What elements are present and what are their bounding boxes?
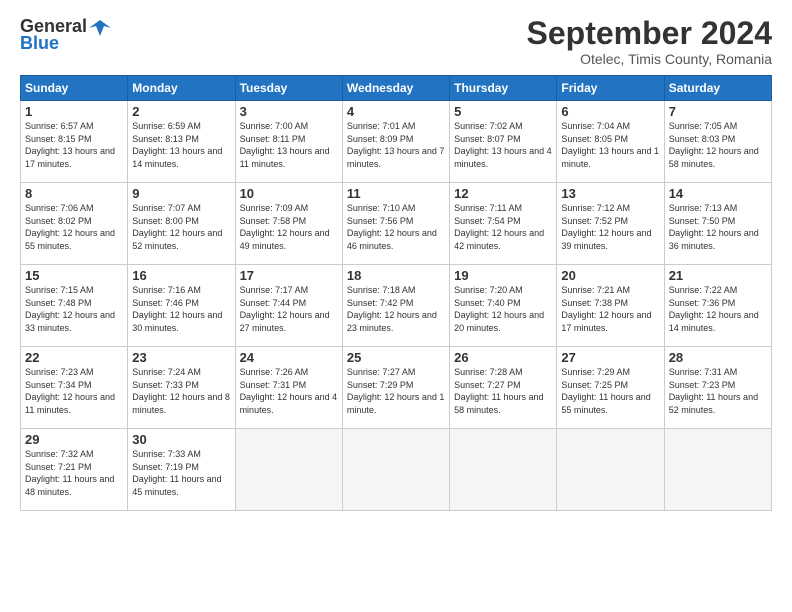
calendar-cell-29: 29Sunrise: 7:32 AM Sunset: 7:21 PM Dayli… bbox=[21, 429, 128, 511]
header-sunday: Sunday bbox=[21, 76, 128, 101]
calendar-cell-28: 28Sunrise: 7:31 AM Sunset: 7:23 PM Dayli… bbox=[664, 347, 771, 429]
calendar-cell-30: 30Sunrise: 7:33 AM Sunset: 7:19 PM Dayli… bbox=[128, 429, 235, 511]
header-friday: Friday bbox=[557, 76, 664, 101]
calendar-cell-14: 14Sunrise: 7:13 AM Sunset: 7:50 PM Dayli… bbox=[664, 183, 771, 265]
calendar-header-row: Sunday Monday Tuesday Wednesday Thursday… bbox=[21, 76, 772, 101]
calendar-cell-18: 18Sunrise: 7:18 AM Sunset: 7:42 PM Dayli… bbox=[342, 265, 449, 347]
calendar-cell-empty bbox=[664, 429, 771, 511]
logo: General Blue bbox=[20, 16, 111, 54]
calendar-table: Sunday Monday Tuesday Wednesday Thursday… bbox=[20, 75, 772, 511]
month-title: September 2024 bbox=[527, 16, 772, 51]
calendar-cell-empty bbox=[557, 429, 664, 511]
calendar-cell-empty bbox=[235, 429, 342, 511]
calendar-cell-12: 12Sunrise: 7:11 AM Sunset: 7:54 PM Dayli… bbox=[450, 183, 557, 265]
calendar-cell-empty bbox=[342, 429, 449, 511]
calendar-cell-25: 25Sunrise: 7:27 AM Sunset: 7:29 PM Dayli… bbox=[342, 347, 449, 429]
calendar-cell-6: 6Sunrise: 7:04 AM Sunset: 8:05 PM Daylig… bbox=[557, 101, 664, 183]
logo-bird-icon bbox=[89, 18, 111, 36]
calendar-cell-empty bbox=[450, 429, 557, 511]
calendar-cell-11: 11Sunrise: 7:10 AM Sunset: 7:56 PM Dayli… bbox=[342, 183, 449, 265]
header-wednesday: Wednesday bbox=[342, 76, 449, 101]
header-monday: Monday bbox=[128, 76, 235, 101]
logo-blue: Blue bbox=[20, 33, 59, 54]
calendar-cell-22: 22Sunrise: 7:23 AM Sunset: 7:34 PM Dayli… bbox=[21, 347, 128, 429]
calendar-cell-5: 5Sunrise: 7:02 AM Sunset: 8:07 PM Daylig… bbox=[450, 101, 557, 183]
header-area: General Blue September 2024 Otelec, Timi… bbox=[20, 16, 772, 67]
location-subtitle: Otelec, Timis County, Romania bbox=[527, 51, 772, 67]
calendar-cell-9: 9Sunrise: 7:07 AM Sunset: 8:00 PM Daylig… bbox=[128, 183, 235, 265]
calendar-cell-24: 24Sunrise: 7:26 AM Sunset: 7:31 PM Dayli… bbox=[235, 347, 342, 429]
calendar-cell-17: 17Sunrise: 7:17 AM Sunset: 7:44 PM Dayli… bbox=[235, 265, 342, 347]
calendar-cell-13: 13Sunrise: 7:12 AM Sunset: 7:52 PM Dayli… bbox=[557, 183, 664, 265]
header-tuesday: Tuesday bbox=[235, 76, 342, 101]
header-saturday: Saturday bbox=[664, 76, 771, 101]
calendar-cell-20: 20Sunrise: 7:21 AM Sunset: 7:38 PM Dayli… bbox=[557, 265, 664, 347]
calendar-cell-2: 2Sunrise: 6:59 AM Sunset: 8:13 PM Daylig… bbox=[128, 101, 235, 183]
calendar-cell-10: 10Sunrise: 7:09 AM Sunset: 7:58 PM Dayli… bbox=[235, 183, 342, 265]
title-area: September 2024 Otelec, Timis County, Rom… bbox=[527, 16, 772, 67]
calendar-cell-3: 3Sunrise: 7:00 AM Sunset: 8:11 PM Daylig… bbox=[235, 101, 342, 183]
calendar-cell-8: 8Sunrise: 7:06 AM Sunset: 8:02 PM Daylig… bbox=[21, 183, 128, 265]
calendar-cell-16: 16Sunrise: 7:16 AM Sunset: 7:46 PM Dayli… bbox=[128, 265, 235, 347]
calendar-cell-7: 7Sunrise: 7:05 AM Sunset: 8:03 PM Daylig… bbox=[664, 101, 771, 183]
calendar-cell-23: 23Sunrise: 7:24 AM Sunset: 7:33 PM Dayli… bbox=[128, 347, 235, 429]
calendar-cell-1: 1Sunrise: 6:57 AM Sunset: 8:15 PM Daylig… bbox=[21, 101, 128, 183]
calendar-cell-15: 15Sunrise: 7:15 AM Sunset: 7:48 PM Dayli… bbox=[21, 265, 128, 347]
calendar-cell-27: 27Sunrise: 7:29 AM Sunset: 7:25 PM Dayli… bbox=[557, 347, 664, 429]
calendar-cell-26: 26Sunrise: 7:28 AM Sunset: 7:27 PM Dayli… bbox=[450, 347, 557, 429]
calendar-cell-4: 4Sunrise: 7:01 AM Sunset: 8:09 PM Daylig… bbox=[342, 101, 449, 183]
calendar-cell-21: 21Sunrise: 7:22 AM Sunset: 7:36 PM Dayli… bbox=[664, 265, 771, 347]
calendar-cell-19: 19Sunrise: 7:20 AM Sunset: 7:40 PM Dayli… bbox=[450, 265, 557, 347]
page: General Blue September 2024 Otelec, Timi… bbox=[0, 0, 792, 612]
header-thursday: Thursday bbox=[450, 76, 557, 101]
